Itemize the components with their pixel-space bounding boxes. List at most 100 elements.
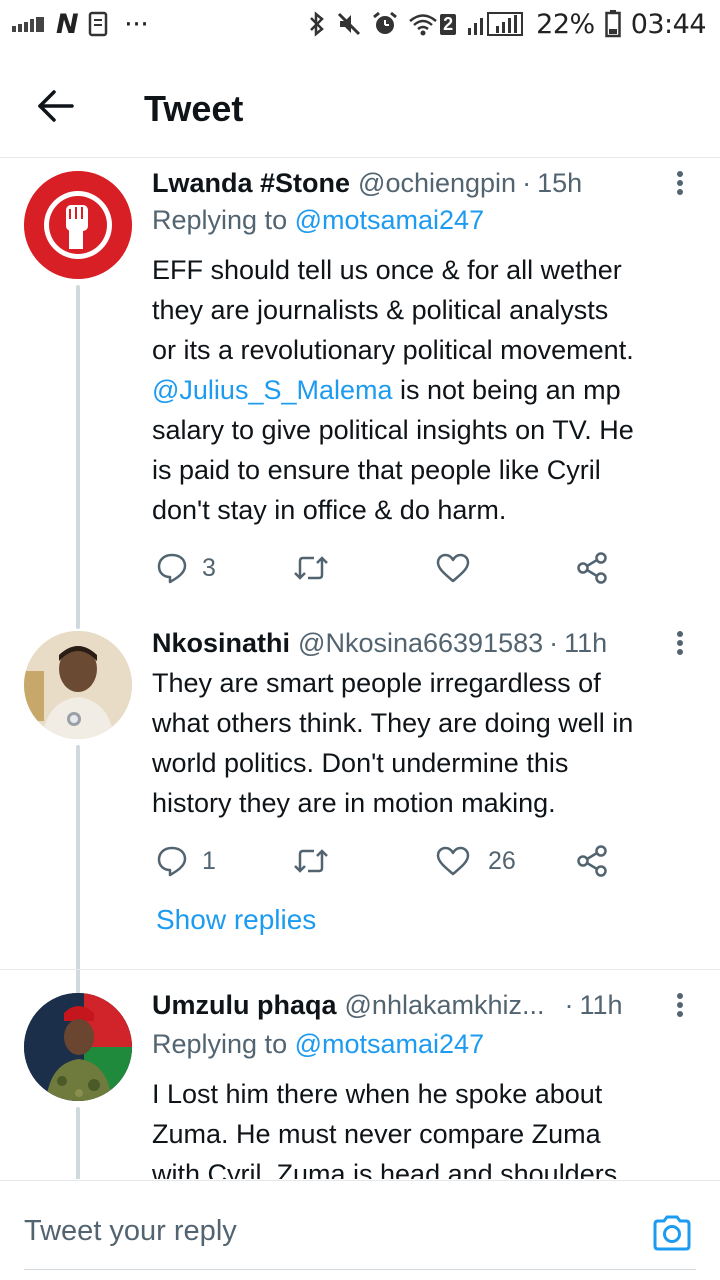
back-button[interactable] [26, 79, 86, 139]
tweet-text: EFF should tell us once & for all wether… [152, 250, 702, 530]
text-line: don't stay in office & do harm. [152, 495, 507, 525]
tweet-header: Nkosinathi @Nkosina66391583 · 11h [152, 623, 700, 663]
n-indicator: N [56, 8, 79, 40]
like-count: 26 [488, 846, 516, 875]
reply-input[interactable] [24, 1205, 624, 1257]
timestamp: 11h [579, 989, 623, 1020]
separator-dot: · [549, 627, 559, 658]
timestamp: 11h [564, 627, 608, 658]
signal-bars-icon [12, 16, 46, 32]
divider [0, 969, 720, 970]
page-title: Tweet [144, 87, 244, 129]
more-vertical-icon [677, 993, 683, 1017]
overflow-indicator: ··· [124, 8, 149, 40]
retweet-button[interactable] [292, 548, 330, 588]
separator-dot: · [522, 167, 532, 198]
reply-feed[interactable]: Lwanda #Stone @ochiengpin · 15h Replying… [0, 159, 720, 1179]
cell-signal-icon [466, 12, 526, 36]
alarm-icon [372, 11, 398, 37]
replying-to-label: Replying to [152, 205, 295, 235]
fist-logo-image [24, 171, 132, 279]
mention-link[interactable]: @Julius_S_Malema [152, 375, 393, 405]
reply-tweet[interactable]: Nkosinathi @Nkosina66391583 · 11h They a… [0, 619, 720, 1061]
thread-line [76, 285, 80, 629]
tweet-text: I Lost him there when he spoke about Zum… [152, 1074, 702, 1179]
share-button[interactable] [576, 548, 608, 588]
text-line: Zuma. He must never compare Zuma [152, 1119, 601, 1149]
profile-photo-image [24, 993, 132, 1101]
wifi-badge: 2 [440, 13, 457, 35]
thread-line [76, 1107, 80, 1179]
share-icon [577, 552, 607, 584]
text-line: They are smart people irregardless of [152, 668, 601, 698]
timestamp: 15h [537, 167, 583, 198]
sim-icon [88, 11, 108, 37]
retweet-icon [294, 849, 328, 873]
separator-dot: · [564, 989, 574, 1020]
camera-button[interactable] [650, 1211, 694, 1255]
battery-icon [604, 10, 621, 38]
text-line: with Cyril. Zuma is head and shoulders [152, 1159, 618, 1179]
battery-percent: 22% [536, 8, 595, 40]
more-options-button[interactable] [660, 163, 700, 203]
avatar[interactable] [24, 631, 132, 739]
reply-count: 1 [202, 846, 216, 875]
arrow-left-icon [36, 89, 76, 128]
tweet-header: Umzulu phaqa @nhlakamkhiz... · 11h [152, 985, 700, 1025]
mute-icon [336, 11, 362, 37]
text-line: history they are in motion making. [152, 788, 556, 818]
display-name[interactable]: Nkosinathi [152, 628, 290, 659]
reply-icon [157, 553, 187, 584]
text-line: salary to give political insights on TV.… [152, 415, 634, 445]
more-options-button[interactable] [660, 985, 700, 1025]
top-app-bar: Tweet [0, 60, 720, 158]
like-button[interactable] [436, 548, 470, 588]
tweet-header: Lwanda #Stone @ochiengpin · 15h [152, 163, 700, 203]
more-vertical-icon [677, 171, 683, 195]
status-bar-right: 2 22% 03:44 [308, 8, 707, 40]
text-line: they are journalists & political analyst… [152, 295, 609, 325]
replying-to-label: Replying to [152, 1029, 295, 1059]
replying-to: Replying to @motsamai247 [152, 205, 484, 236]
avatar[interactable] [24, 171, 132, 279]
reply-count: 3 [202, 553, 216, 582]
replying-to: Replying to @motsamai247 [152, 1029, 484, 1060]
tweet-actions: 1 26 [152, 841, 622, 881]
camera-icon [653, 1215, 691, 1251]
reply-tweet[interactable]: Umzulu phaqa @nhlakamkhiz... · 11h Reply… [0, 983, 720, 1179]
retweet-button[interactable] [292, 841, 330, 881]
thread-line [76, 619, 80, 627]
heart-icon [436, 553, 470, 583]
wifi-icon [408, 12, 438, 36]
text-line: @Julius_S_Malema is not being an mp [152, 370, 702, 410]
display-name[interactable]: Umzulu phaqa [152, 990, 337, 1021]
status-bar-left: N ··· [12, 8, 149, 40]
reply-button[interactable]: 3 [156, 548, 216, 588]
retweet-icon [294, 556, 328, 580]
reply-button[interactable]: 1 [156, 841, 216, 881]
tweet-actions: 3 [152, 548, 622, 588]
text-line: or its a revolutionary political movemen… [152, 335, 634, 365]
input-underline [24, 1269, 696, 1270]
share-button[interactable] [576, 841, 608, 881]
text-line: I Lost him there when he spoke about [152, 1079, 603, 1109]
reply-compose-bar [0, 1180, 720, 1280]
replying-to-link[interactable]: @motsamai247 [295, 205, 485, 235]
show-replies-link[interactable]: Show replies [156, 904, 316, 936]
like-button[interactable]: 26 [436, 841, 516, 881]
text-line: world politics. Don't undermine this [152, 748, 569, 778]
avatar[interactable] [24, 993, 132, 1101]
tweet-text: They are smart people irregardless of wh… [152, 663, 702, 823]
more-options-button[interactable] [660, 623, 700, 663]
bluetooth-icon [308, 11, 326, 37]
user-handle[interactable]: @Nkosina66391583 [298, 628, 543, 659]
text-line: EFF should tell us once & for all wether [152, 255, 622, 285]
reply-tweet[interactable]: Lwanda #Stone @ochiengpin · 15h Replying… [0, 159, 720, 629]
profile-photo-image [24, 631, 132, 739]
share-icon [577, 845, 607, 877]
user-handle[interactable]: @ochiengpin [358, 168, 516, 199]
replying-to-link[interactable]: @motsamai247 [295, 1029, 485, 1059]
user-handle[interactable]: @nhlakamkhiz... [345, 990, 545, 1021]
display-name[interactable]: Lwanda #Stone [152, 168, 350, 199]
status-bar: N ··· 2 22% 03:44 [0, 0, 720, 48]
